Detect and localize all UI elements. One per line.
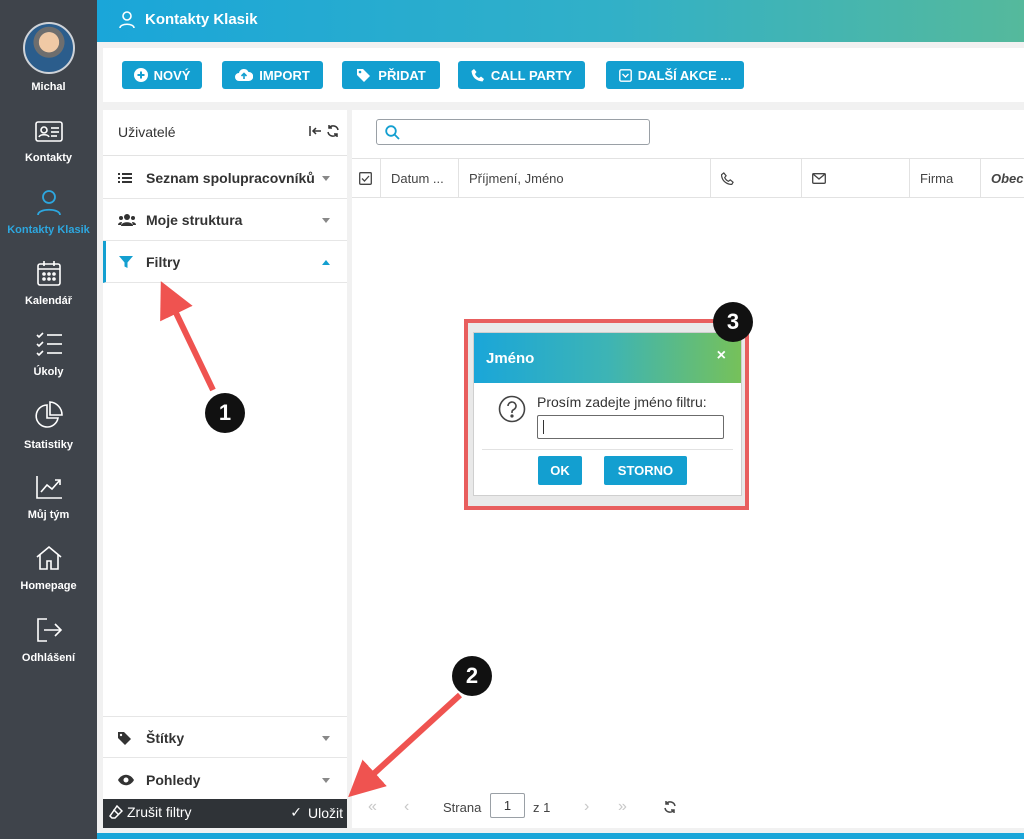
task-list-icon: [35, 332, 62, 357]
dropdown-box-icon: [618, 68, 632, 82]
step-badge-3: 3: [713, 302, 753, 342]
search-icon: [385, 125, 400, 140]
left-navigation: Michal Kontakty Kontakty Klasik Kalendář…: [0, 0, 97, 839]
users-icon: [118, 214, 136, 226]
collapse-panel-icon[interactable]: [308, 124, 322, 138]
section-filters[interactable]: Filtry: [103, 241, 347, 283]
avatar[interactable]: [22, 22, 75, 74]
step-badge-2: 2: [452, 656, 492, 696]
chevron-up-icon: [322, 260, 330, 265]
filter-name-input[interactable]: [537, 415, 724, 439]
checkbox-icon[interactable]: [359, 171, 372, 185]
home-icon: [35, 545, 62, 570]
filter-sidebar: Uživatelé Seznam spolupracovníků Moje st…: [103, 110, 347, 828]
envelope-icon: [812, 172, 826, 184]
sidebar-title: Uživatelé: [118, 124, 176, 140]
column-phone[interactable]: [711, 159, 802, 197]
step-badge-1: 1: [205, 393, 245, 433]
page-count: z 1: [533, 800, 551, 815]
user-icon: [119, 11, 135, 29]
add-tag-button[interactable]: PŘIDAT: [342, 61, 440, 89]
pie-chart-icon: [34, 401, 63, 428]
nav-item-homepage[interactable]: Homepage: [0, 544, 97, 610]
section-views[interactable]: Pohledy: [103, 759, 347, 801]
cancel-button[interactable]: STORNO: [604, 456, 687, 485]
nav-item-ukoly[interactable]: Úkoly: [0, 330, 97, 396]
chevron-down-icon: [322, 778, 330, 783]
phone-icon: [721, 171, 734, 185]
refresh-icon[interactable]: [663, 800, 677, 814]
tag-icon: [118, 732, 131, 745]
toolbar: NOVÝ IMPORT PŘIDAT CALL PARTY DALŠÍ AKCE…: [103, 48, 1024, 102]
dialog-header: Jméno ×: [474, 333, 741, 383]
logout-icon: [36, 618, 62, 642]
top-bar: Kontakty Klasik: [97, 0, 1024, 42]
nav-item-odhlaseni[interactable]: Odhlášení: [0, 616, 97, 682]
close-icon[interactable]: ×: [717, 347, 726, 365]
dialog-title: Jméno: [486, 350, 535, 367]
search-input[interactable]: [407, 123, 645, 141]
column-name[interactable]: Příjmení, Jméno: [459, 159, 711, 197]
last-page-icon[interactable]: »: [618, 798, 627, 816]
column-company[interactable]: Firma: [910, 159, 981, 197]
column-email[interactable]: [802, 159, 910, 197]
page-title: Kontakty Klasik: [145, 11, 258, 28]
page-label: Strana: [443, 800, 482, 815]
nav-item-kontakty-klasik[interactable]: Kontakty Klasik: [0, 188, 97, 254]
first-page-icon[interactable]: «: [368, 798, 377, 816]
chevron-down-icon: [322, 176, 330, 181]
phone-icon: [471, 69, 484, 82]
calendar-icon: [36, 261, 61, 286]
chevron-down-icon: [322, 736, 330, 741]
more-actions-button[interactable]: DALŠÍ AKCE ...: [606, 61, 744, 89]
new-button[interactable]: NOVÝ: [122, 61, 202, 89]
filter-icon: [119, 256, 133, 268]
nav-item-kalendar[interactable]: Kalendář: [0, 259, 97, 325]
user-name: Michal: [31, 81, 66, 93]
next-page-icon[interactable]: ›: [584, 798, 589, 816]
trend-chart-icon: [35, 476, 62, 499]
eye-icon: [118, 774, 134, 786]
section-my-structure[interactable]: Moje struktura: [103, 199, 347, 241]
check-icon: ✓: [290, 804, 302, 820]
plus-circle-icon: [133, 68, 148, 82]
search-box[interactable]: [376, 119, 650, 145]
chevron-down-icon: [322, 218, 330, 223]
eraser-icon: [109, 805, 123, 819]
tags-icon: [357, 69, 371, 82]
call-party-button[interactable]: CALL PARTY: [458, 61, 585, 89]
filter-action-bar: Zrušit filtry ✓ Uložit: [103, 799, 347, 828]
contact-card-icon: [34, 121, 63, 142]
nav-item-muj-tym[interactable]: Můj tým: [0, 473, 97, 539]
grid-header: Datum ... Příjmení, Jméno Firma Obec: [352, 158, 1024, 198]
filter-name-dialog: Jméno × Prosím zadejte jméno filtru: OK …: [474, 333, 741, 495]
dialog-prompt: Prosím zadejte jméno filtru:: [537, 394, 707, 410]
save-filter-button[interactable]: ✓ Uložit: [290, 804, 343, 821]
dialog-divider: [482, 449, 733, 450]
question-icon: [498, 395, 526, 423]
section-tags[interactable]: Štítky: [103, 716, 347, 758]
pagination: « ‹ Strana 1 z 1 › »: [352, 790, 1024, 824]
nav-item-statistiky[interactable]: Statistiky: [0, 401, 97, 467]
ok-button[interactable]: OK: [538, 456, 582, 485]
select-all-column[interactable]: [352, 159, 381, 197]
refresh-icon[interactable]: [326, 124, 340, 138]
clear-filters-button[interactable]: Zrušit filtry: [109, 804, 192, 820]
user-profile[interactable]: Michal: [0, 22, 97, 93]
bottom-strip: [97, 833, 1024, 839]
column-city[interactable]: Obec: [981, 159, 1024, 197]
import-button[interactable]: IMPORT: [222, 61, 323, 89]
cloud-upload-icon: [235, 68, 254, 81]
nav-item-kontakty[interactable]: Kontakty: [0, 118, 97, 184]
section-coworker-list[interactable]: Seznam spolupracovníků: [103, 157, 347, 199]
page-number-input[interactable]: 1: [490, 793, 525, 818]
list-icon: [118, 173, 132, 183]
sidebar-header: Uživatelé: [103, 110, 347, 156]
column-date[interactable]: Datum ...: [381, 159, 459, 197]
prev-page-icon[interactable]: ‹: [404, 798, 409, 816]
user-icon: [36, 190, 61, 216]
